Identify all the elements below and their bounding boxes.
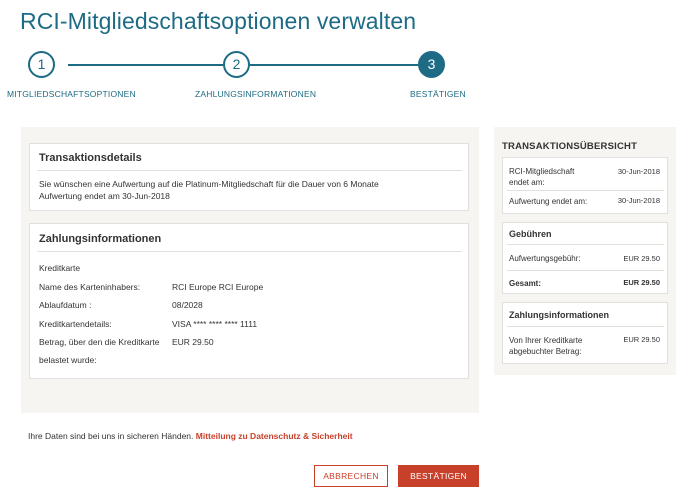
divider bbox=[507, 326, 664, 327]
fees-title: Gebühren bbox=[509, 229, 552, 239]
step-connector bbox=[250, 64, 418, 66]
card-details-value: VISA **** **** **** 1111 bbox=[172, 319, 258, 329]
divider bbox=[507, 190, 664, 191]
upgrade-end-value: 30-Jun-2018 bbox=[617, 196, 660, 205]
charged-label-2: abgebuchter Betrag: bbox=[509, 347, 582, 356]
charged-amount-label-2: belastet wurde: bbox=[39, 355, 97, 365]
cancel-button[interactable]: ABBRECHEN bbox=[314, 465, 388, 487]
payment-method: Kreditkarte bbox=[39, 263, 81, 273]
confirm-button[interactable]: BESTÄTIGEN bbox=[398, 465, 479, 487]
membership-end-label-2: endet am: bbox=[509, 178, 545, 187]
step-connector bbox=[68, 64, 223, 66]
upgrade-end-label: Aufwertung endet am: bbox=[509, 197, 588, 206]
privacy-note: Ihre Daten sind bei uns in sicheren Händ… bbox=[28, 431, 353, 441]
summary-heading: TRANSAKTIONSÜBERSICHT bbox=[502, 141, 638, 152]
step-3-circle: 3 bbox=[418, 51, 445, 78]
charged-amount-label: Betrag, über den die Kreditkarte bbox=[39, 337, 160, 347]
transaction-details-title: Transaktionsdetails bbox=[39, 152, 142, 164]
cardholder-label: Name des Karteninhabers: bbox=[39, 282, 141, 292]
transaction-description: Sie wünschen eine Aufwertung auf die Pla… bbox=[39, 179, 379, 189]
membership-end-value: 30-Jun-2018 bbox=[617, 167, 660, 176]
membership-end-label: RCI-Mitgliedschaft bbox=[509, 167, 575, 176]
divider bbox=[507, 270, 664, 271]
step-1-label[interactable]: MITGLIEDSCHAFTSOPTIONEN bbox=[7, 89, 136, 99]
charged-label: Von Ihrer Kreditkarte bbox=[509, 336, 583, 345]
page-title: RCI-Mitgliedschaftsoptionen verwalten bbox=[20, 8, 417, 34]
expiry-value: 08/2028 bbox=[172, 300, 203, 310]
upgrade-fee-value: EUR 29.50 bbox=[623, 254, 660, 263]
step-2-circle[interactable]: 2 bbox=[223, 51, 250, 78]
privacy-security-link[interactable]: Mitteilung zu Datenschutz & Sicherheit bbox=[196, 431, 353, 441]
divider bbox=[37, 251, 462, 252]
charged-value: EUR 29.50 bbox=[623, 335, 660, 344]
total-label: Gesamt: bbox=[509, 279, 542, 288]
divider bbox=[507, 244, 664, 245]
total-value: EUR 29.50 bbox=[623, 278, 660, 287]
privacy-note-text: Ihre Daten sind bei uns in sicheren Händ… bbox=[28, 431, 194, 441]
step-2-label[interactable]: ZAHLUNGSINFORMATIONEN bbox=[195, 89, 316, 99]
upgrade-end-date: Aufwertung endet am 30-Jun-2018 bbox=[39, 191, 170, 201]
step-3-label: BESTÄTIGEN bbox=[410, 89, 466, 99]
card-details-label: Kreditkartendetails: bbox=[39, 319, 112, 329]
charged-amount-value: EUR 29.50 bbox=[172, 337, 214, 347]
step-1-circle[interactable]: 1 bbox=[28, 51, 55, 78]
divider bbox=[37, 170, 462, 171]
summary-payment-title: Zahlungsinformationen bbox=[509, 310, 609, 320]
upgrade-fee-label: Aufwertungsgebühr: bbox=[509, 254, 581, 263]
cardholder-value: RCI Europe RCI Europe bbox=[172, 282, 264, 292]
expiry-label: Ablaufdatum : bbox=[39, 300, 92, 310]
payment-info-title: Zahlungsinformationen bbox=[39, 233, 162, 245]
